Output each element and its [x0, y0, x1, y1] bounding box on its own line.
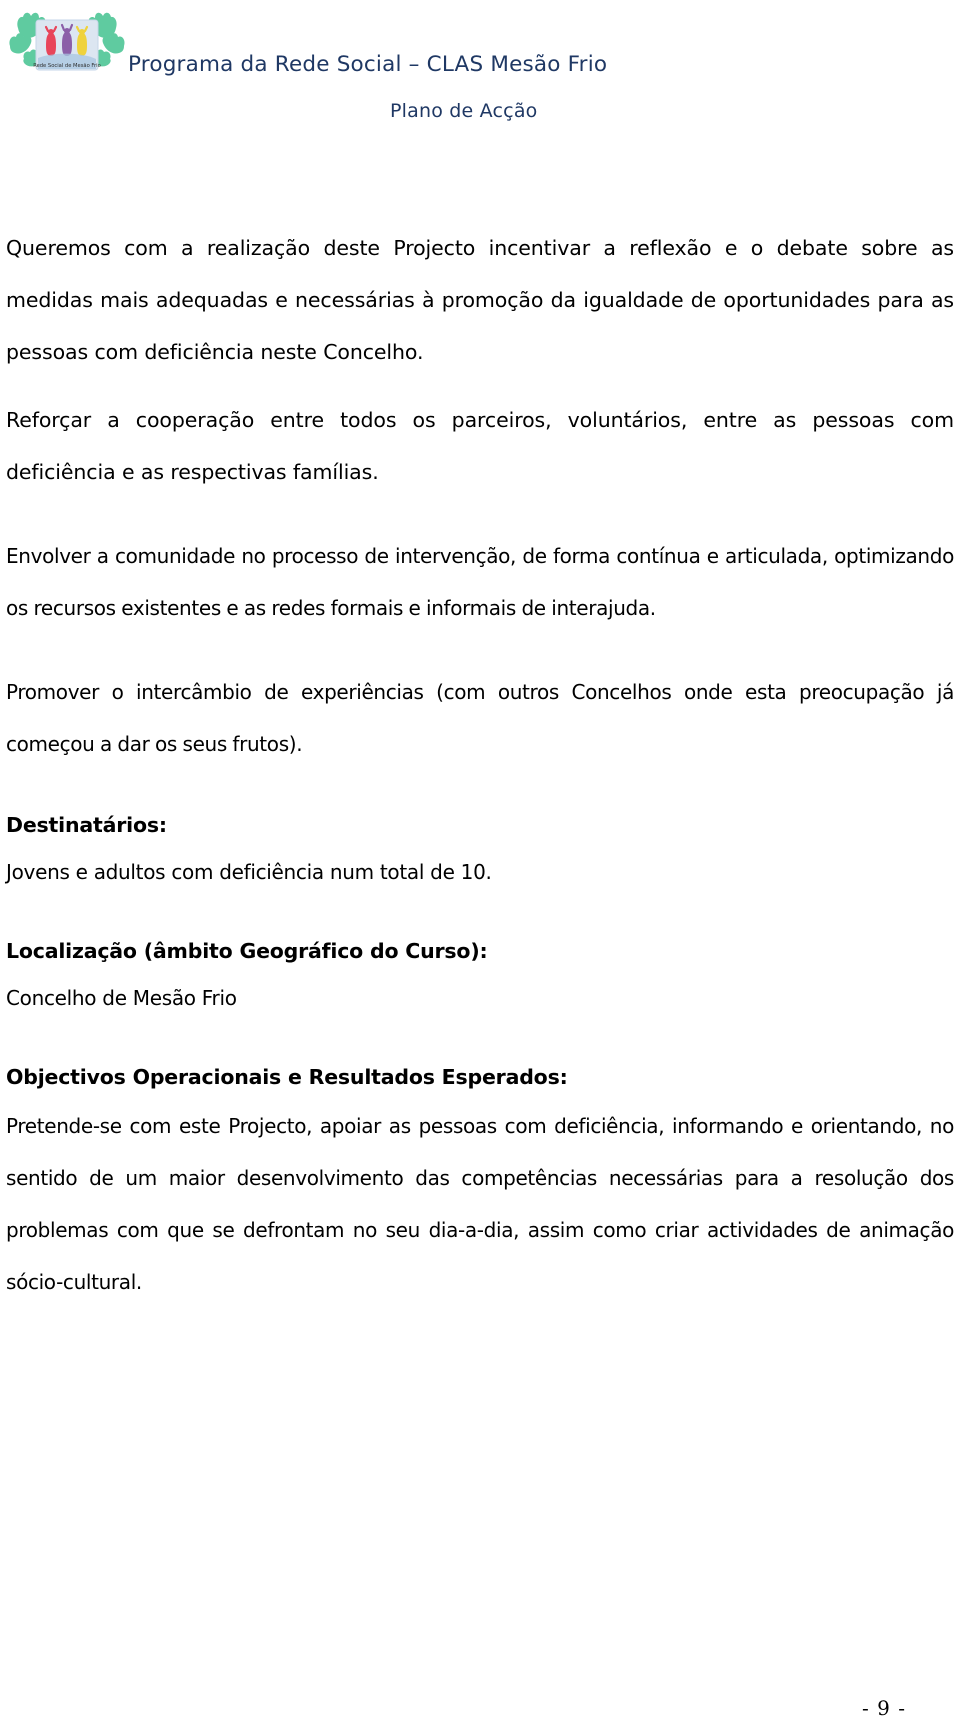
section-text-objectivos: Pretende-se com este Projecto, apoiar as…	[6, 1114, 954, 1294]
header-title: Programa da Rede Social – CLAS Mesão Fri…	[128, 52, 608, 77]
paragraph-reforcar-cooperacao: Reforçar a cooperação entre todos os par…	[6, 408, 954, 484]
section-heading-localizacao: Localização (âmbito Geográfico do Curso)…	[6, 939, 488, 963]
section-text-destinatarios: Jovens e adultos com deficiência num tot…	[6, 860, 492, 884]
page-header: Rede Social de Mesão Frio Programa da Re…	[0, 0, 960, 190]
rede-social-logo-icon: Rede Social de Mesão Frio	[8, 2, 126, 86]
page-footer: - 9 -	[0, 1696, 960, 1720]
paragraph-promover-intercambio: Promover o intercâmbio de experiências (…	[6, 680, 954, 756]
logo-caption: Rede Social de Mesão Frio	[33, 63, 101, 69]
header-subtitle: Plano de Acção	[390, 100, 538, 122]
paragraph-envolver-comunidade: Envolver a comunidade no processo de int…	[6, 544, 954, 620]
document-page: Rede Social de Mesão Frio Programa da Re…	[0, 0, 960, 1734]
document-content: Queremos com a realização deste Projecto…	[6, 222, 954, 1308]
paragraph-objectivo-reflexao: Queremos com a realização deste Projecto…	[6, 236, 954, 364]
page-number: - 9 -	[862, 1696, 906, 1720]
section-heading-objectivos: Objectivos Operacionais e Resultados Esp…	[6, 1065, 568, 1089]
section-heading-destinatarios: Destinatários:	[6, 813, 167, 837]
section-text-localizacao: Concelho de Mesão Frio	[6, 986, 237, 1010]
